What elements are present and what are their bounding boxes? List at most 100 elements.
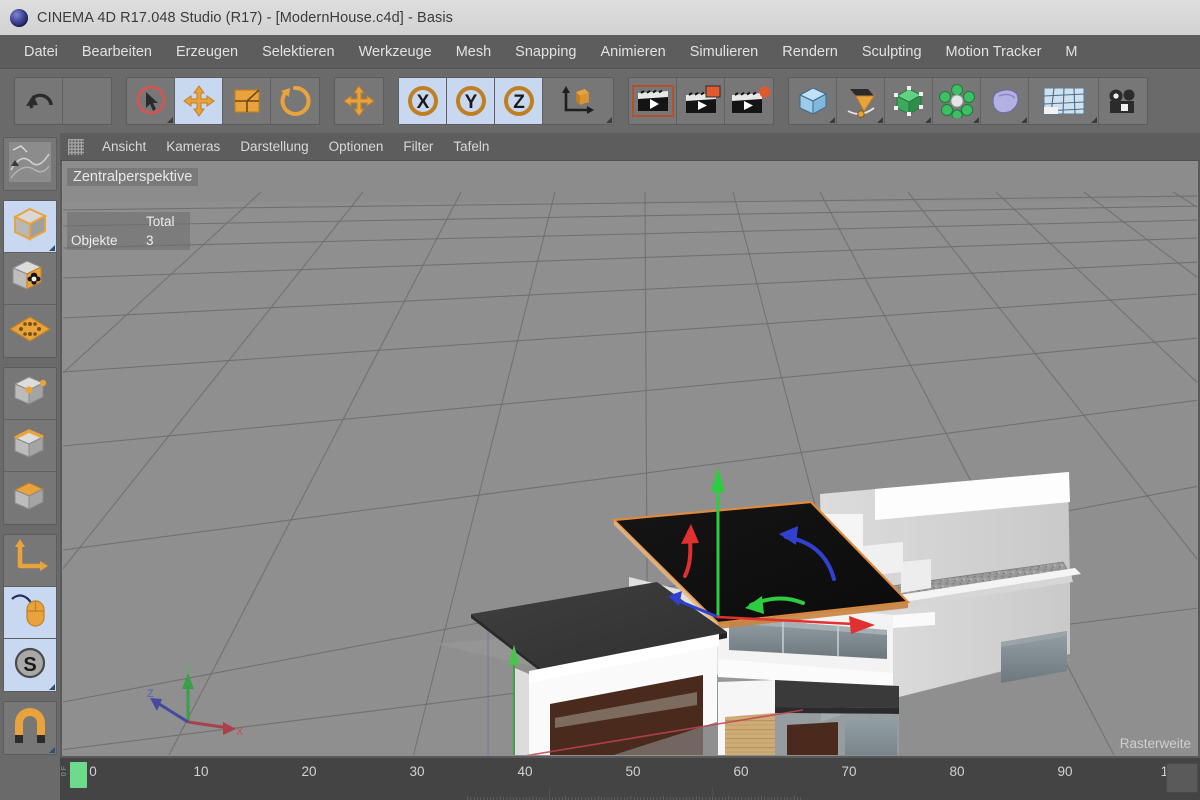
move-tool-icon xyxy=(182,84,216,118)
svg-text:Z: Z xyxy=(513,92,525,113)
texture-mode-button[interactable] xyxy=(4,253,56,305)
texture-axis-group xyxy=(3,137,57,191)
hud-header-spacer xyxy=(67,212,142,231)
render-view-icon xyxy=(631,85,674,117)
move-tool-button[interactable] xyxy=(335,78,383,124)
texture-mode-icon xyxy=(9,256,51,301)
menu-snapping[interactable]: Snapping xyxy=(503,40,588,64)
component-mode-group xyxy=(3,367,57,525)
texture-axis-icon xyxy=(7,140,53,189)
menu-sculpting[interactable]: Sculpting xyxy=(850,40,934,64)
viewport-panel: Ansicht Kameras Darstellung Optionen Filter T… xyxy=(60,133,1200,758)
polygon-mode-button[interactable] xyxy=(4,472,56,524)
y-axis-lock-button[interactable]: Y xyxy=(447,78,495,124)
redo-button[interactable] xyxy=(63,78,111,124)
live-selection-icon xyxy=(133,84,169,118)
magnet-snap-button[interactable] xyxy=(4,702,56,754)
ruler-tick-label: 90 xyxy=(1057,764,1073,779)
menu-animieren[interactable]: Animieren xyxy=(588,40,677,64)
scene-grid-button[interactable] xyxy=(1029,78,1099,124)
render-picture-viewer-button[interactable] xyxy=(677,78,725,124)
menu-mesh[interactable]: Mesh xyxy=(444,40,503,64)
camera-icon xyxy=(1107,86,1139,116)
ruler-tick-label: 0 xyxy=(89,764,97,779)
cube-primitive-button[interactable] xyxy=(789,78,837,124)
ruler-tick-label: 30 xyxy=(409,764,425,779)
world-coordinates-button[interactable] xyxy=(543,78,613,124)
menu-bearbeiten[interactable]: Bearbeiten xyxy=(70,40,164,64)
render-settings-button[interactable] xyxy=(725,78,773,124)
z-axis-lock-icon: Z xyxy=(500,84,538,118)
cinema4d-window: CINEMA 4D R17.048 Studio (R17) - [Modern… xyxy=(0,0,1200,800)
render-view-button[interactable] xyxy=(629,78,677,124)
viewport-stats-hud: Total Objekte 3 xyxy=(67,212,190,250)
vp-menu-tafeln[interactable]: Tafeln xyxy=(443,136,499,157)
point-mode-icon xyxy=(9,372,51,415)
menu-selektieren[interactable]: Selektieren xyxy=(250,40,347,64)
polygon-mode-icon xyxy=(9,477,51,520)
rotate-tool-button[interactable] xyxy=(271,78,319,124)
scale-tool-button[interactable] xyxy=(223,78,271,124)
menu-mograph-truncated[interactable]: M xyxy=(1053,40,1089,64)
texture-axis-button[interactable] xyxy=(4,138,56,190)
edge-mode-button[interactable] xyxy=(4,420,56,472)
mograph-cluster-button[interactable] xyxy=(933,78,981,124)
menu-rendern[interactable]: Rendern xyxy=(770,40,850,64)
hud-value-objekte: 3 xyxy=(146,233,154,248)
axis-modeling-button[interactable] xyxy=(4,535,56,587)
ruler-tick-label: 60 xyxy=(733,764,749,779)
mograph-cluster-icon xyxy=(938,84,976,118)
viewport-menu-bar: Ansicht Kameras Darstellung Optionen Filter T… xyxy=(60,133,1200,161)
vp-menu-optionen[interactable]: Optionen xyxy=(319,136,394,157)
hud-row-objekte: Objekte 3 xyxy=(67,231,190,250)
main-toolbar: X Y Z xyxy=(0,69,1200,133)
menu-erzeugen[interactable]: Erzeugen xyxy=(164,40,250,64)
timeline-ruler[interactable]: 0 F 010203040506070809010C xyxy=(60,758,1200,800)
axis-lock-group: X Y Z xyxy=(398,77,614,125)
drag-grip-icon[interactable] xyxy=(68,138,84,155)
vp-menu-filter[interactable]: Filter xyxy=(393,136,443,157)
timeline-end-button[interactable] xyxy=(1166,763,1198,793)
rotate-tool-icon xyxy=(279,85,311,117)
viewport-solo-mouse-button[interactable] xyxy=(4,587,56,639)
window-title: CINEMA 4D R17.048 Studio (R17) - [Modern… xyxy=(37,9,454,26)
spline-pen-icon xyxy=(842,84,880,118)
deformer-blob-button[interactable] xyxy=(981,78,1029,124)
ruler-tick-label: 70 xyxy=(841,764,857,779)
camera-button[interactable] xyxy=(1099,78,1147,124)
x-axis-lock-button[interactable]: X xyxy=(399,78,447,124)
y-axis-lock-icon: Y xyxy=(452,84,490,118)
generator-icon xyxy=(891,84,927,118)
viewport-3d[interactable]: Y X Z Zentralperspektive Total Objekte 3 xyxy=(62,161,1198,756)
svg-text:X: X xyxy=(416,92,429,113)
ruler-tick-label: 40 xyxy=(517,764,533,779)
timeline-ticks xyxy=(467,787,801,800)
spline-pen-button[interactable] xyxy=(837,78,885,124)
live-selection-button[interactable] xyxy=(127,78,175,124)
soft-selection-button[interactable]: S xyxy=(4,639,56,691)
editor-mode-group xyxy=(3,200,57,358)
z-axis-lock-button[interactable]: Z xyxy=(495,78,543,124)
point-mode-button[interactable] xyxy=(4,368,56,420)
menu-werkzeuge[interactable]: Werkzeuge xyxy=(347,40,444,64)
menu-simulieren[interactable]: Simulieren xyxy=(678,40,771,64)
timeline-playhead[interactable] xyxy=(70,762,87,788)
left-toolbar: S xyxy=(0,133,60,800)
vp-menu-kameras[interactable]: Kameras xyxy=(156,136,230,157)
object-mode-button[interactable] xyxy=(4,201,56,253)
menu-datei[interactable]: Datei xyxy=(12,40,70,64)
move-tool-button[interactable] xyxy=(175,78,223,124)
undo-button[interactable] xyxy=(15,78,63,124)
create-objects-group xyxy=(788,77,1148,125)
magnet-snap-icon xyxy=(9,706,51,751)
ruler-tick-label: 20 xyxy=(301,764,317,779)
timeline-corner xyxy=(0,758,60,800)
ruler-tick-label: 80 xyxy=(949,764,965,779)
generator-button[interactable] xyxy=(885,78,933,124)
vp-menu-ansicht[interactable]: Ansicht xyxy=(92,136,156,157)
axis-modeling-icon xyxy=(9,538,51,583)
vp-menu-darstellung[interactable]: Darstellung xyxy=(230,136,318,157)
transform-tools-group xyxy=(126,77,320,125)
workplane-mode-button[interactable] xyxy=(4,305,56,357)
menu-motion-tracker[interactable]: Motion Tracker xyxy=(934,40,1054,64)
